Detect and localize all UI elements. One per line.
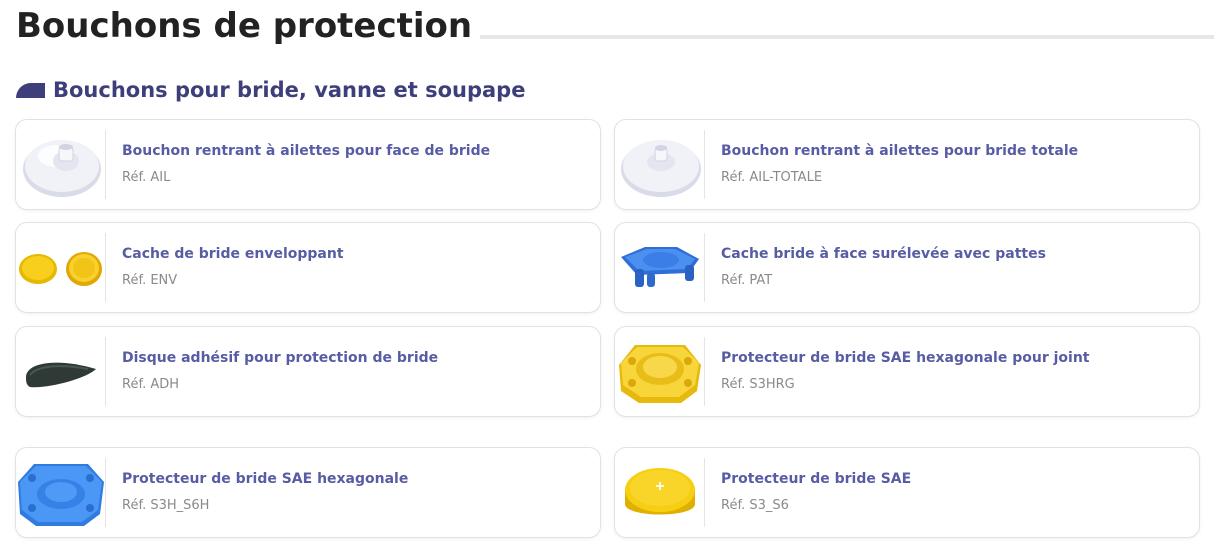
section-title: Bouchons pour bride, vanne et soupape [53,78,526,102]
card-divider [704,233,705,302]
product-name[interactable]: Bouchon rentrant à ailettes pour bride t… [721,142,1078,160]
card-divider [105,458,106,527]
card-divider [105,337,106,406]
product-card-s3-s6[interactable]: Protecteur de bride SAE Réf. S3_S6 [614,447,1200,538]
product-card-s3h-s6h[interactable]: Protecteur de bride SAE hexagonale Réf. … [15,447,601,538]
product-ref: Réf. ENV [122,273,178,288]
product-ref: Réf. S3_S6 [721,498,789,513]
yellow-sae-flange-icon [615,327,704,416]
product-ref: Réf. ADH [122,377,180,392]
page-title: Bouchons de protection [16,4,481,48]
page-title-row: Bouchons de protection [16,4,1214,48]
product-card-ail-totale[interactable]: Bouchon rentrant à ailettes pour bride t… [614,119,1200,210]
product-ref: Réf. S3H_S6H [122,498,210,513]
product-name[interactable]: Protecteur de bride SAE hexagonale pour … [721,349,1089,367]
section-tab-icon [16,83,45,98]
product-card-ail[interactable]: Bouchon rentrant à ailettes pour face de… [15,119,601,210]
product-ref: Réf. PAT [721,273,773,288]
product-name[interactable]: Protecteur de bride SAE [721,470,911,488]
product-ref: Réf. AIL [122,170,171,185]
product-name[interactable]: Disque adhésif pour protection de bride [122,349,438,367]
yellow-caps-icon [16,223,105,312]
product-card-pat[interactable]: Cache bride à face surélevée avec pattes… [614,222,1200,313]
product-card-env[interactable]: Cache de bride enveloppant Réf. ENV [15,222,601,313]
product-name[interactable]: Bouchon rentrant à ailettes pour face de… [122,142,490,160]
product-name[interactable]: Protecteur de bride SAE hexagonale [122,470,408,488]
white-finned-plug-icon [16,120,105,209]
product-card-adh[interactable]: Disque adhésif pour protection de bride … [15,326,601,417]
card-divider [704,458,705,527]
product-name[interactable]: Cache de bride enveloppant [122,245,344,263]
white-finned-plug-icon [615,120,704,209]
card-divider [105,130,106,199]
card-divider [704,337,705,406]
title-divider [452,35,1214,39]
product-card-s3hrg[interactable]: Protecteur de bride SAE hexagonale pour … [614,326,1200,417]
product-ref: Réf. AIL-TOTALE [721,170,823,185]
card-divider [704,130,705,199]
black-adhesive-disc-icon [16,327,105,416]
yellow-round-cap-icon [615,448,704,537]
card-divider [105,233,106,302]
product-name[interactable]: Cache bride à face surélevée avec pattes [721,245,1046,263]
blue-sae-flange-icon [16,448,105,537]
blue-legged-cover-icon [615,223,704,312]
product-ref: Réf. S3HRG [721,377,795,392]
